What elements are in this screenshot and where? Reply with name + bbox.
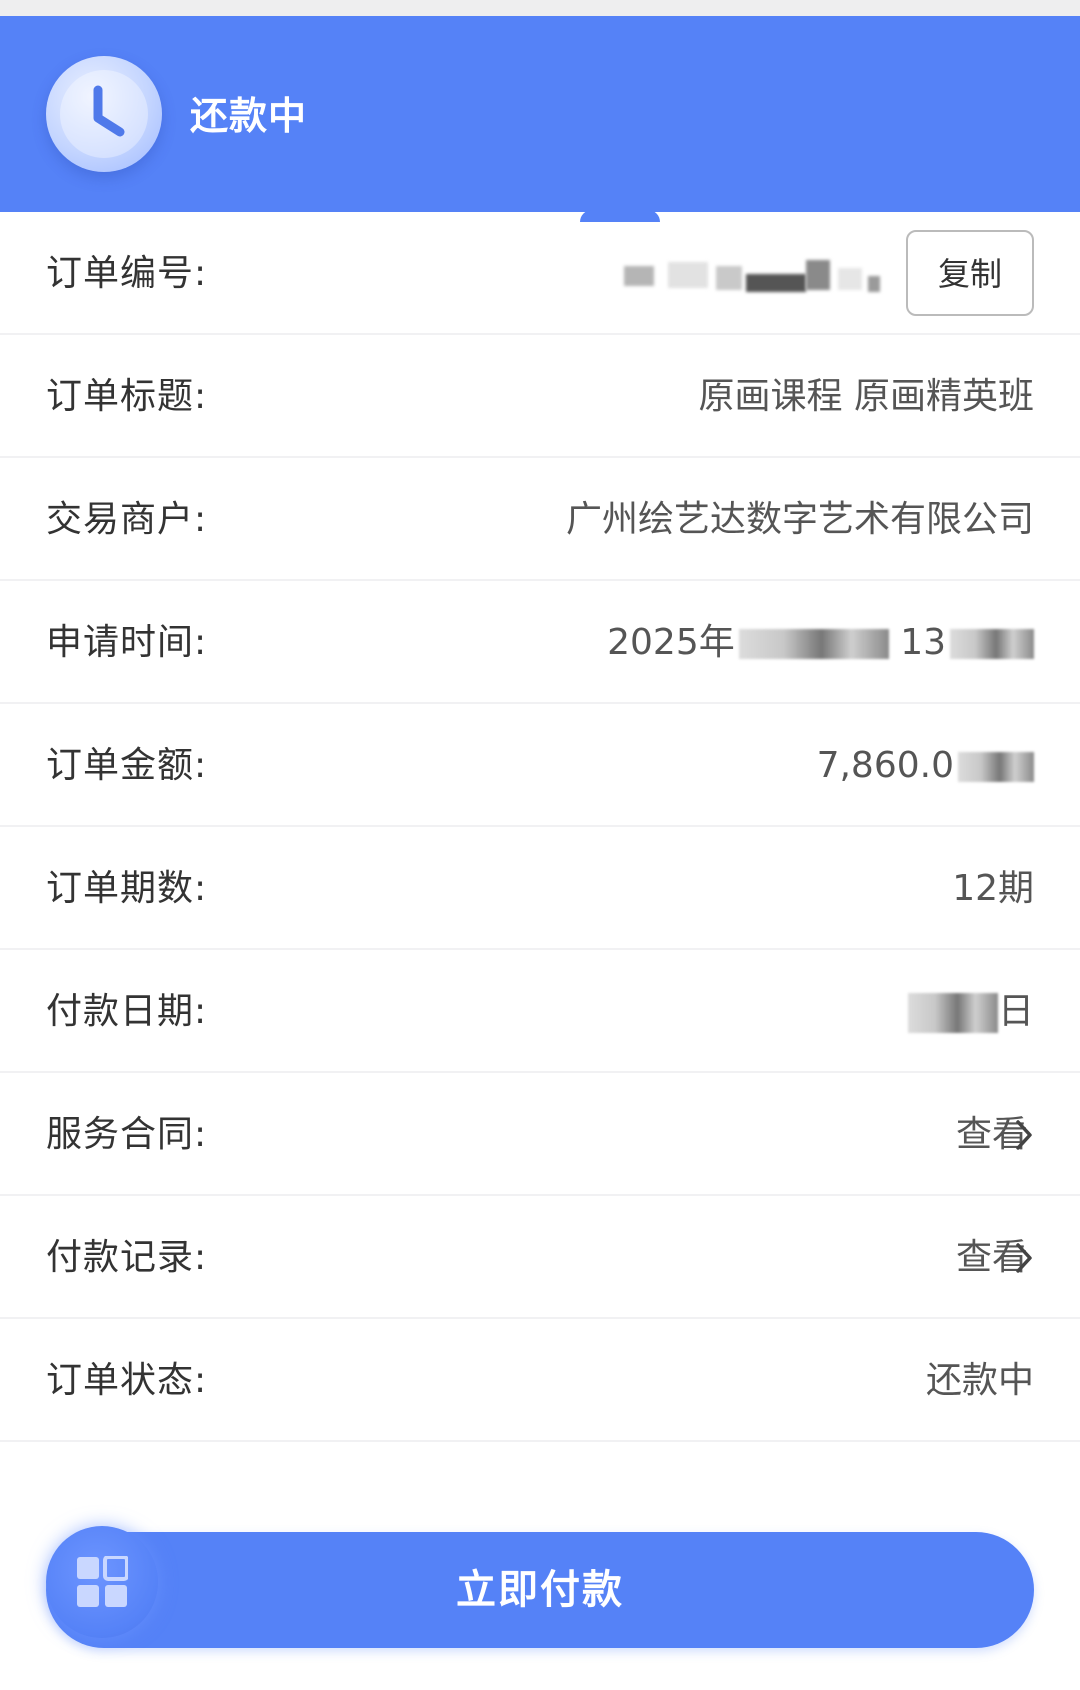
payment-date-value: 日 — [904, 950, 1034, 1073]
row-label: 付款日期: — [46, 991, 208, 1032]
clock-icon — [46, 56, 162, 172]
grid-menu-icon — [77, 1556, 128, 1607]
chevron-right-icon — [1014, 1073, 1034, 1196]
order-title-value: 原画课程 原画精英班 — [698, 376, 1034, 417]
payment-date-suffix: 日 — [997, 991, 1034, 1032]
row-label: 服务合同: — [46, 1114, 208, 1155]
row-label: 订单编号: — [46, 253, 208, 294]
order-details-list: 订单编号: 复制 订单标题: 原画课程 原画精英班 交易商户: 广州绘艺达数字艺… — [0, 212, 1080, 1442]
row-order-number: 订单编号: 复制 — [0, 212, 1080, 335]
copy-button[interactable]: 复制 — [906, 230, 1034, 316]
status-header: 还款中 — [0, 16, 1080, 212]
pay-now-button[interactable]: 立即付款 — [46, 1532, 1034, 1648]
row-order-amount: 订单金额: 7,860.0 — [0, 704, 1080, 827]
row-installments: 订单期数: 12期 — [0, 827, 1080, 950]
order-amount-prefix: 7,860.0 — [816, 745, 954, 786]
row-order-title: 订单标题: 原画课程 原画精英班 — [0, 335, 1080, 458]
status-title: 还款中 — [190, 94, 308, 138]
masked-payment-date — [907, 993, 998, 1033]
status-strip — [0, 0, 1080, 16]
row-label: 订单状态: — [46, 1360, 208, 1401]
row-order-status: 订单状态: 还款中 — [0, 1319, 1080, 1442]
masked-time — [950, 629, 1034, 659]
row-label: 付款记录: — [46, 1237, 208, 1278]
chevron-right-icon — [1014, 1196, 1034, 1319]
floating-menu-button[interactable] — [46, 1526, 158, 1638]
row-payment-date: 付款日期: 日 — [0, 950, 1080, 1073]
order-amount-value: 7,860.0 — [817, 704, 1034, 827]
row-label: 申请时间: — [46, 622, 208, 663]
row-payment-records[interactable]: 付款记录: 查看 — [0, 1196, 1080, 1319]
row-label: 订单期数: — [46, 868, 208, 909]
masked-order-number — [624, 260, 884, 294]
installments-value: 12期 — [952, 868, 1034, 909]
row-apply-time: 申请时间: 2025年 13 — [0, 581, 1080, 704]
pay-now-label: 立即付款 — [456, 1567, 624, 1613]
order-status-value: 还款中 — [925, 1360, 1034, 1401]
masked-date — [738, 629, 889, 659]
merchant-value: 广州绘艺达数字艺术有限公司 — [565, 499, 1034, 540]
row-service-contract[interactable]: 服务合同: 查看 — [0, 1073, 1080, 1196]
row-label: 订单金额: — [46, 745, 208, 786]
apply-time-year: 2025年 — [607, 622, 735, 663]
row-label: 交易商户: — [46, 499, 208, 540]
apply-time-hour: 13 — [900, 622, 946, 663]
row-label: 订单标题: — [46, 376, 208, 417]
apply-time-value: 2025年 13 — [607, 581, 1034, 704]
row-merchant: 交易商户: 广州绘艺达数字艺术有限公司 — [0, 458, 1080, 581]
masked-amount — [958, 752, 1034, 782]
